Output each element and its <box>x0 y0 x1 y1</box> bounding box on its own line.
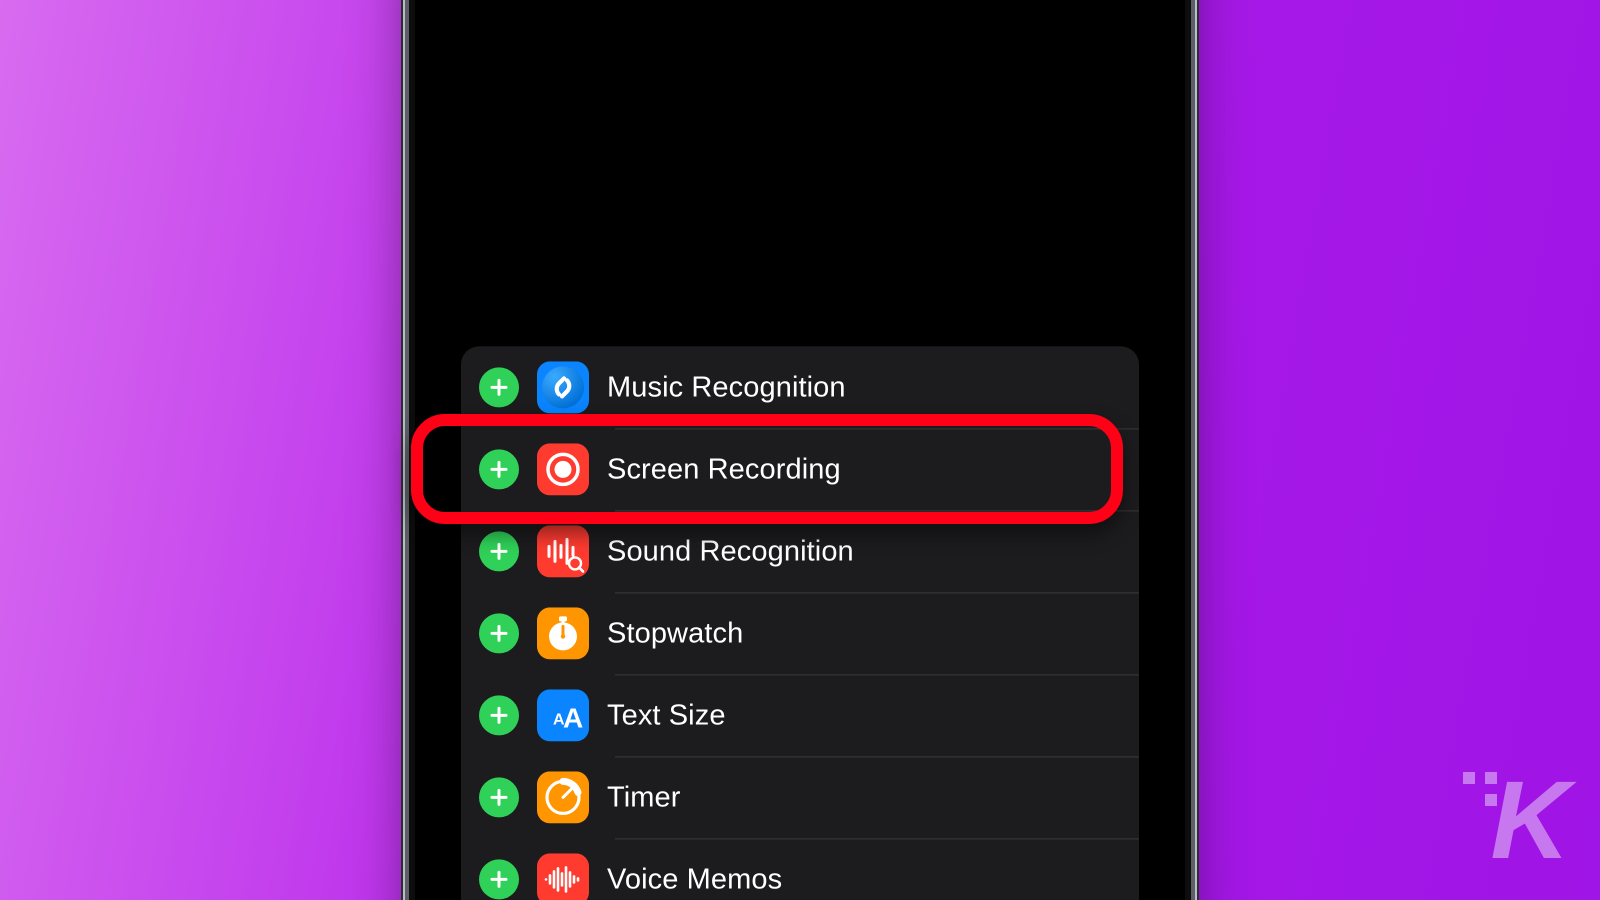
phone-screen: Music Recognition Screen Recording <box>437 0 1163 900</box>
voice-memos-icon <box>537 853 589 900</box>
add-button[interactable] <box>479 777 519 817</box>
add-button[interactable] <box>479 613 519 653</box>
control-row-timer[interactable]: Timer <box>461 756 1139 838</box>
control-label: Timer <box>607 781 681 814</box>
control-label: Stopwatch <box>607 617 743 650</box>
control-label: Text Size <box>607 699 726 732</box>
add-button[interactable] <box>479 531 519 571</box>
watermark: K <box>1491 766 1570 876</box>
control-row-voice-memos[interactable]: Voice Memos <box>461 838 1139 900</box>
watermark-letter: K <box>1491 766 1570 876</box>
record-icon <box>537 443 589 495</box>
svg-text:A: A <box>563 702 583 733</box>
timer-icon <box>537 771 589 823</box>
control-row-music-recognition[interactable]: Music Recognition <box>461 346 1139 428</box>
control-row-sound-recognition[interactable]: Sound Recognition <box>461 510 1139 592</box>
shazam-icon <box>537 361 589 413</box>
add-button[interactable] <box>479 367 519 407</box>
stage: Music Recognition Screen Recording <box>0 0 1600 900</box>
add-button[interactable] <box>479 695 519 735</box>
control-row-text-size[interactable]: A A Text Size <box>461 674 1139 756</box>
control-row-screen-recording[interactable]: Screen Recording <box>461 428 1139 510</box>
control-label: Sound Recognition <box>607 535 854 568</box>
phone-frame: Music Recognition Screen Recording <box>415 0 1185 900</box>
sound-recognition-icon <box>537 525 589 577</box>
text-size-icon: A A <box>537 689 589 741</box>
control-label: Music Recognition <box>607 371 846 404</box>
control-label: Screen Recording <box>607 453 841 486</box>
stopwatch-icon <box>537 607 589 659</box>
more-controls-list: Music Recognition Screen Recording <box>461 346 1139 900</box>
add-button[interactable] <box>479 449 519 489</box>
add-button[interactable] <box>479 859 519 899</box>
control-row-stopwatch[interactable]: Stopwatch <box>461 592 1139 674</box>
control-label: Voice Memos <box>607 863 782 896</box>
